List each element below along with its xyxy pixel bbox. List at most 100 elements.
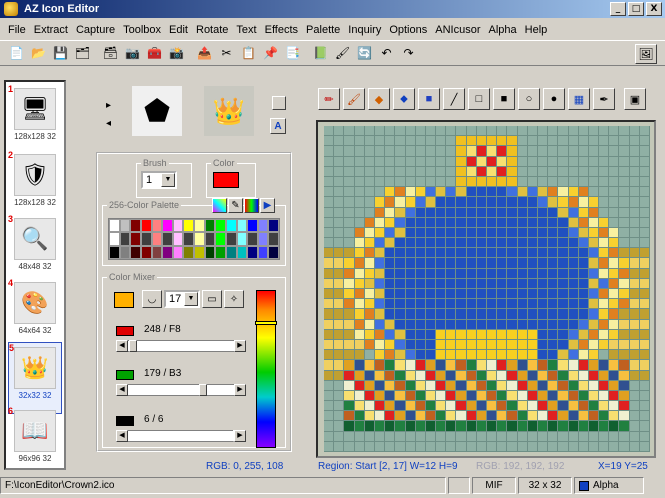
- pixel-canvas[interactable]: [324, 126, 650, 452]
- hue-marker[interactable]: [255, 321, 277, 325]
- palette-cell[interactable]: [225, 245, 237, 259]
- palette-cell[interactable]: [140, 232, 152, 246]
- palette-cell[interactable]: [172, 219, 184, 233]
- palette-cell[interactable]: [151, 232, 163, 246]
- color-replace-icon[interactable]: ■: [418, 88, 440, 110]
- menu-text[interactable]: Text: [232, 24, 260, 36]
- palette-cell[interactable]: [109, 219, 120, 233]
- green-slider[interactable]: ◀ ▶: [116, 384, 246, 396]
- palette-cell[interactable]: [215, 232, 226, 246]
- palette-cell[interactable]: [194, 232, 205, 246]
- palette-cell[interactable]: [204, 232, 216, 246]
- toolbox-icon[interactable]: 🧰: [144, 43, 165, 63]
- paste-icon[interactable]: 📌: [260, 43, 281, 63]
- palette-cell[interactable]: [172, 245, 184, 259]
- arrow-left-icon[interactable]: ◀: [116, 340, 128, 352]
- ellipse-icon[interactable]: ○: [518, 88, 540, 110]
- palette-cell[interactable]: [119, 245, 131, 259]
- menu-help[interactable]: Help: [521, 24, 552, 36]
- undo-icon[interactable]: ↶: [376, 43, 397, 63]
- icon-list-item[interactable]: 4 🎨 64x64 32: [8, 278, 62, 350]
- palette-cell[interactable]: [109, 232, 120, 246]
- save-icon[interactable]: 💾: [50, 43, 71, 63]
- color-palette[interactable]: [108, 218, 280, 260]
- palette-cell[interactable]: [130, 219, 141, 233]
- palette-color-icon[interactable]: [212, 198, 227, 213]
- arrow-right-icon[interactable]: ▶: [234, 384, 246, 396]
- maximize-button[interactable]: □: [628, 2, 644, 16]
- palette-cell[interactable]: [268, 219, 279, 233]
- brush-icon[interactable]: 🖌: [343, 88, 365, 110]
- play-icon[interactable]: ▶: [260, 198, 275, 213]
- hue-gradient-bar[interactable]: [255, 290, 277, 448]
- palette-cell[interactable]: [151, 245, 163, 259]
- palette-cell[interactable]: [183, 219, 194, 233]
- palette-cell[interactable]: [257, 219, 269, 233]
- filled-rectangle-icon[interactable]: ■: [493, 88, 515, 110]
- arrow-left-icon[interactable]: ◀: [116, 430, 128, 442]
- palette-cell[interactable]: [247, 245, 258, 259]
- palette-cell[interactable]: [162, 219, 173, 233]
- filled-ellipse-icon[interactable]: ●: [543, 88, 565, 110]
- palette-grid-icon[interactable]: [244, 198, 259, 213]
- fill-icon[interactable]: ⬥: [393, 88, 415, 110]
- mixer-minus-button[interactable]: ▭: [202, 290, 222, 308]
- arrow-right-icon[interactable]: ▶: [234, 430, 246, 442]
- background-toggle-button[interactable]: [272, 96, 286, 110]
- rectangle-icon[interactable]: □: [468, 88, 490, 110]
- about-icon[interactable]: 🖼: [635, 44, 657, 64]
- palette-cell[interactable]: [236, 232, 248, 246]
- palette-cell[interactable]: [268, 232, 279, 246]
- palette-cell[interactable]: [225, 232, 237, 246]
- select-icon[interactable]: ▦: [568, 88, 590, 110]
- text-tool-icon[interactable]: A: [270, 118, 286, 134]
- menu-alpha[interactable]: Alpha: [485, 24, 521, 36]
- book-icon[interactable]: 📗: [310, 43, 331, 63]
- mixer-shape-button[interactable]: ◡: [142, 290, 162, 308]
- red-slider[interactable]: ◀ ▶: [116, 340, 246, 352]
- palette-cell[interactable]: [247, 232, 258, 246]
- icon-list-item[interactable]: 6 📖 96x96 32: [8, 406, 62, 478]
- mixer-color-swatch[interactable]: [114, 292, 134, 308]
- extract-icon[interactable]: 🗃: [100, 43, 121, 63]
- menu-inquiry[interactable]: Inquiry: [344, 24, 385, 36]
- arrow-right-icon[interactable]: ▶: [234, 340, 246, 352]
- palette-cell[interactable]: [119, 232, 131, 246]
- palette-cell[interactable]: [215, 245, 226, 259]
- menu-edit[interactable]: Edit: [165, 24, 192, 36]
- palette-cell[interactable]: [119, 219, 131, 233]
- menu-palette[interactable]: Palette: [302, 24, 344, 36]
- palette-cell[interactable]: [172, 232, 184, 246]
- palette-cell[interactable]: [130, 232, 141, 246]
- menu-effects[interactable]: Effects: [261, 24, 302, 36]
- palette-cell[interactable]: [204, 245, 216, 259]
- pencil-icon[interactable]: ✏: [318, 88, 340, 110]
- brush-size-select[interactable]: 1 ▼: [141, 171, 177, 189]
- icon-list-item-selected[interactable]: 5 👑 32x32 32: [8, 342, 62, 414]
- palette-cell[interactable]: [236, 219, 248, 233]
- palette-cell[interactable]: [268, 245, 279, 259]
- eyedropper-icon[interactable]: ✒: [593, 88, 615, 110]
- palette-cell[interactable]: [247, 219, 258, 233]
- palette-cell[interactable]: [204, 219, 216, 233]
- paste-new-icon[interactable]: 📑: [282, 43, 303, 63]
- arrow-right-icon[interactable]: ▸: [106, 100, 111, 111]
- menu-capture[interactable]: Capture: [72, 24, 119, 36]
- capture-icon[interactable]: 📷: [122, 43, 143, 63]
- palette-cell[interactable]: [225, 219, 237, 233]
- palette-cell[interactable]: [140, 245, 152, 259]
- palette-cell[interactable]: [140, 219, 152, 233]
- copy-icon[interactable]: 📋: [238, 43, 259, 63]
- mixer-size-select[interactable]: 17 ▼: [164, 290, 200, 308]
- cut-icon[interactable]: ✂: [216, 43, 237, 63]
- export-icon[interactable]: 📤: [194, 43, 215, 63]
- slider-thumb[interactable]: [199, 384, 207, 396]
- line-icon[interactable]: ╱: [443, 88, 465, 110]
- palette-cell[interactable]: [162, 232, 173, 246]
- palette-cell[interactable]: [257, 232, 269, 246]
- open-folder-icon[interactable]: 📂: [28, 43, 49, 63]
- eraser-icon[interactable]: ◆: [368, 88, 390, 110]
- menu-anicusor[interactable]: ANIcusor: [431, 24, 484, 36]
- palette-cell[interactable]: [257, 245, 269, 259]
- icon-list-item[interactable]: 3 🔍 48x48 32: [8, 214, 62, 286]
